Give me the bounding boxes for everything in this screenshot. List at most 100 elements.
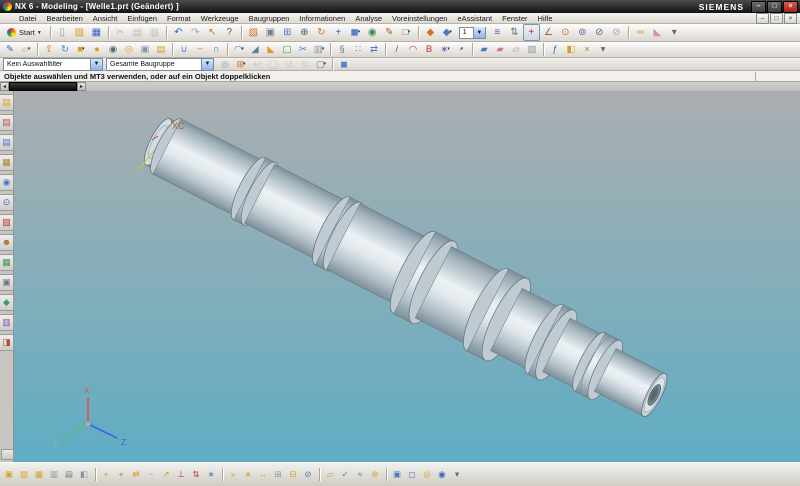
graphics-viewport[interactable]: XC X Y Z — [14, 91, 800, 462]
hide-component-icon[interactable]: ▥ — [47, 467, 61, 482]
reuse-library-icon[interactable]: ▦ — [0, 154, 14, 171]
wcs-orient-icon[interactable]: ∠ — [540, 24, 557, 41]
variation-analysis-icon[interactable]: ≈ — [353, 467, 367, 482]
rotate-view-icon[interactable]: ↻ — [313, 24, 330, 41]
pocket-icon[interactable]: ▣ — [137, 42, 153, 58]
sequence-icon[interactable]: » — [226, 467, 240, 482]
update-icon[interactable]: × — [579, 42, 595, 58]
clearance-analysis-icon[interactable]: ⊘ — [301, 467, 315, 482]
edit-object-display-icon[interactable]: ✎ — [381, 24, 398, 41]
move-face-icon[interactable]: ▰ — [476, 42, 492, 58]
snap-point-toggle-icon[interactable]: ⊞▾ — [233, 57, 249, 71]
isolate-component-icon[interactable]: ◻ — [405, 467, 419, 482]
unite-icon[interactable]: ∪ — [176, 42, 192, 58]
edge-blend-icon[interactable]: ◠▾ — [231, 42, 247, 58]
refresh-view-icon[interactable]: ▧ — [245, 24, 262, 41]
rendering-style-icon[interactable]: ◉ — [364, 24, 381, 41]
mdi-minimize-button[interactable]: – — [756, 13, 769, 24]
arc-icon[interactable]: ◠ — [405, 42, 421, 58]
instance-feature-icon[interactable]: ∷ — [350, 42, 366, 58]
draft-icon[interactable]: ◣ — [263, 42, 279, 58]
hole-icon[interactable]: ◉ — [105, 42, 121, 58]
menu-einfgen[interactable]: Einfügen — [122, 13, 162, 24]
scroll-right-arrow[interactable]: ▸ — [77, 82, 86, 91]
wave-geometry-linker-icon[interactable]: ◧ — [77, 467, 91, 482]
redo-icon[interactable]: ↷ — [187, 24, 204, 41]
minimize-button[interactable]: – — [751, 1, 766, 13]
maximize-button[interactable]: □ — [767, 1, 782, 13]
orient-view-icon[interactable]: ◆ — [422, 24, 439, 41]
expression-icon[interactable]: ƒ — [547, 42, 563, 58]
find-component-icon[interactable]: ▣ — [2, 467, 16, 482]
menu-ansicht[interactable]: Ansicht — [88, 13, 123, 24]
datum-plane-icon[interactable]: ▱▾ — [18, 42, 34, 58]
component-properties-icon[interactable]: ▤ — [62, 467, 76, 482]
menu-hilfe[interactable]: Hilfe — [533, 13, 558, 24]
visualization-icon[interactable]: ▣ — [0, 274, 14, 291]
scrollbar-thumb[interactable] — [9, 82, 77, 91]
arrangements-icon[interactable]: ⊟ — [286, 467, 300, 482]
deselect-icon[interactable]: ↺ — [281, 57, 297, 71]
intersect-icon[interactable]: ∩ — [208, 42, 224, 58]
visible-in-view-icon[interactable]: ⇅ — [506, 24, 523, 41]
menu-baugruppen[interactable]: Baugruppen — [244, 13, 295, 24]
command-finder-icon[interactable]: ? — [221, 24, 238, 41]
point-dialog-icon[interactable]: ⊚ — [574, 24, 591, 41]
open-component-icon[interactable]: ▨ — [17, 467, 31, 482]
menu-analyse[interactable]: Analyse — [350, 13, 387, 24]
assembly-scope-icon[interactable]: ◼ — [336, 57, 352, 71]
cylinder-icon[interactable]: ● — [89, 42, 105, 58]
mirror-assembly-icon[interactable]: ⇄ — [129, 467, 143, 482]
chevron-down-icon[interactable]: ▼ — [90, 59, 102, 70]
measure-angle-icon[interactable]: ◣ — [649, 24, 666, 41]
toolbar-overflow-icon[interactable]: ▾ — [595, 42, 611, 58]
work-layer-combobox[interactable]: 1 ▼ — [459, 27, 486, 39]
text-icon[interactable]: B — [421, 42, 437, 58]
exit-panel-icon[interactable]: ◨ — [0, 334, 14, 351]
line-icon[interactable]: / — [389, 42, 405, 58]
shaft-model[interactable] — [130, 97, 681, 439]
chamfer-icon[interactable]: ◢ — [247, 42, 263, 58]
suppress-component-icon[interactable]: − — [144, 467, 158, 482]
scene-icon[interactable]: ▦ — [0, 254, 14, 271]
chevron-down-icon[interactable]: ▼ — [201, 59, 213, 70]
trim-body-icon[interactable]: ✂ — [295, 42, 311, 58]
check-mate-icon[interactable]: ✓ — [338, 467, 352, 482]
measure-distance-icon[interactable]: ═ — [632, 24, 649, 41]
general-selection-icon[interactable]: ◎ — [217, 57, 233, 71]
mirror-feature-icon[interactable]: ⇄ — [366, 42, 382, 58]
revolve-icon[interactable]: ↻ — [57, 42, 73, 58]
selection-filter-combobox[interactable]: Kein Auswahlfilter ▼ — [3, 58, 103, 71]
pan-icon[interactable]: + — [330, 24, 347, 41]
fit-view-icon[interactable]: ▣ — [262, 24, 279, 41]
snap-point-icon[interactable]: ⊙ — [557, 24, 574, 41]
horizontal-scrollbar[interactable]: ◂ ▸ — [0, 82, 800, 91]
scroll-left-arrow[interactable]: ◂ — [0, 82, 9, 91]
palette-icon[interactable]: ▨ — [0, 214, 14, 231]
subtract-icon[interactable]: − — [192, 42, 208, 58]
reference-sets-icon[interactable]: ⊞ — [271, 467, 285, 482]
resource-bar-endcap[interactable] — [1, 449, 14, 460]
menu-werkzeuge[interactable]: Werkzeuge — [196, 13, 244, 24]
trimetric-view-icon[interactable]: ◆▾ — [439, 24, 456, 41]
show-dof-icon[interactable]: ∗ — [204, 467, 218, 482]
component-groups-icon[interactable]: ◎ — [420, 467, 434, 482]
shell-icon[interactable]: ▢ — [279, 42, 295, 58]
boss-icon[interactable]: ◎ — [121, 42, 137, 58]
datum-axis-icon[interactable]: ∗▾ — [437, 42, 453, 58]
add-component-icon[interactable]: + — [99, 467, 113, 482]
constraint-navigator-icon[interactable]: ▤ — [0, 114, 14, 131]
assembly-navigator-icon[interactable]: ▤ — [0, 94, 14, 111]
part-cleanup-icon[interactable]: ◧ — [563, 42, 579, 58]
mdi-close-button[interactable]: × — [784, 13, 797, 24]
part-navigator-icon[interactable]: ▤ — [0, 134, 14, 151]
chevron-down-icon[interactable]: ▼ — [473, 27, 485, 38]
paste-icon[interactable]: ▥ — [146, 24, 163, 41]
roles-icon[interactable]: ☻ — [0, 234, 14, 251]
start-menu-button[interactable]: Start ▼ — [2, 24, 47, 41]
zoom-icon[interactable]: ⊕ — [296, 24, 313, 41]
scrollbar-track[interactable] — [86, 82, 800, 91]
undo-icon[interactable]: ↶ — [170, 24, 187, 41]
view-triad[interactable]: X Y Z — [53, 386, 126, 449]
menu-format[interactable]: Format — [162, 13, 196, 24]
